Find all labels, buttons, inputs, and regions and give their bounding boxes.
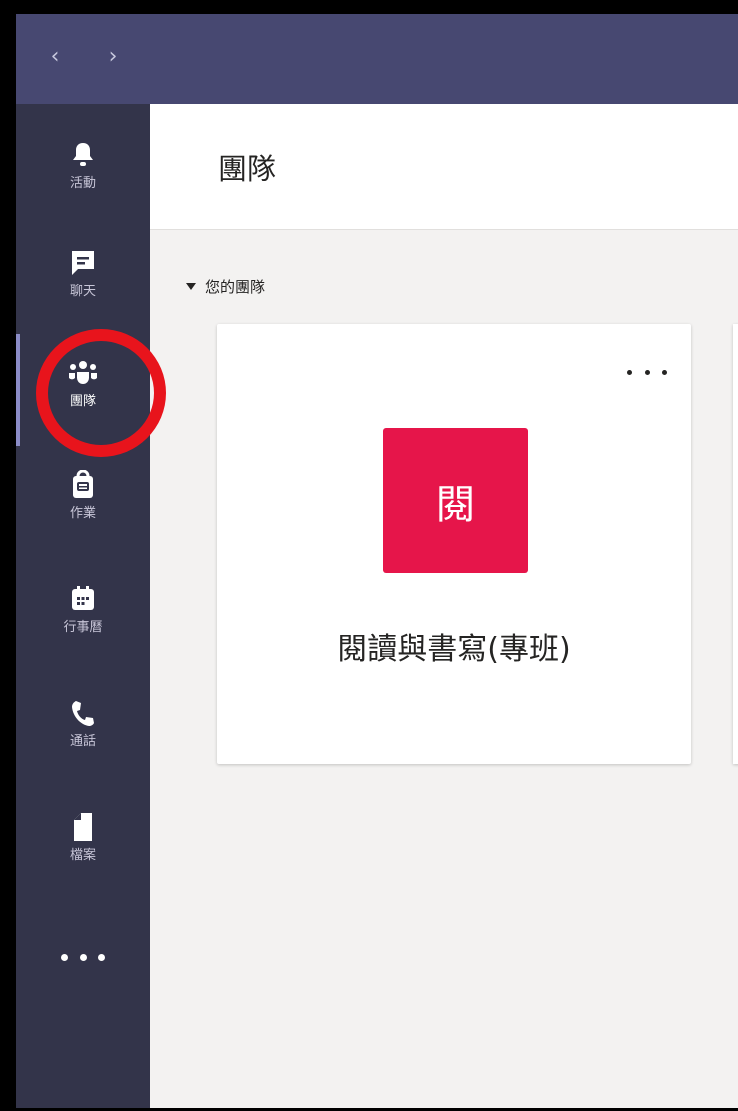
next-team-card[interactable] bbox=[733, 324, 738, 764]
rail-item-label: 行事曆 bbox=[63, 620, 103, 635]
back-arrow-icon[interactable]: ‹ bbox=[42, 42, 68, 72]
more-options-icon[interactable] bbox=[627, 360, 667, 384]
rail-item-label: 通話 bbox=[69, 734, 96, 749]
page-title: 團隊 bbox=[218, 152, 277, 186]
teams-icon bbox=[66, 356, 100, 390]
file-icon bbox=[66, 810, 100, 844]
main-content: 團隊 您的團隊 閱 閱讀與書寫(專班) bbox=[150, 104, 738, 1108]
rail-item-calls[interactable]: 通話 bbox=[16, 684, 150, 776]
rail-item-files[interactable]: 檔案 bbox=[16, 798, 150, 890]
page-header: 團隊 bbox=[150, 104, 738, 230]
team-avatar: 閱 bbox=[383, 428, 528, 573]
title-bar: ‹ › bbox=[16, 14, 738, 104]
caret-down-icon bbox=[186, 283, 196, 290]
rail-item-label: 團隊 bbox=[69, 394, 96, 409]
rail-item-label: 檔案 bbox=[69, 848, 96, 863]
your-teams-toggle[interactable]: 您的團隊 bbox=[186, 276, 265, 297]
phone-icon bbox=[66, 696, 100, 730]
chat-icon bbox=[66, 246, 100, 280]
app-rail: 活動 聊天 團隊 作業 行事曆 通話 檔案 bbox=[16, 104, 150, 1108]
rail-item-calendar[interactable]: 行事曆 bbox=[16, 570, 150, 662]
rail-item-teams[interactable]: 團隊 bbox=[16, 344, 150, 436]
rail-item-chat[interactable]: 聊天 bbox=[16, 234, 150, 326]
more-apps-icon[interactable] bbox=[61, 944, 105, 970]
team-name: 閱讀與書寫(專班) bbox=[337, 632, 571, 667]
bell-icon bbox=[66, 138, 100, 172]
rail-item-activity[interactable]: 活動 bbox=[16, 126, 150, 218]
assignments-icon bbox=[66, 468, 100, 502]
section-label: 您的團隊 bbox=[205, 278, 266, 296]
forward-arrow-icon[interactable]: › bbox=[100, 42, 126, 72]
calendar-icon bbox=[66, 582, 100, 616]
rail-item-label: 活動 bbox=[69, 176, 96, 191]
team-card[interactable]: 閱 閱讀與書寫(專班) bbox=[217, 324, 691, 764]
teams-window: ‹ › 活動 聊天 團隊 作業 行事曆 通話 檔案 團隊 您的團隊 閱 閱讀與書… bbox=[16, 14, 738, 1108]
rail-item-label: 聊天 bbox=[69, 284, 96, 299]
rail-item-label: 作業 bbox=[69, 506, 96, 521]
rail-item-assignments[interactable]: 作業 bbox=[16, 456, 150, 548]
